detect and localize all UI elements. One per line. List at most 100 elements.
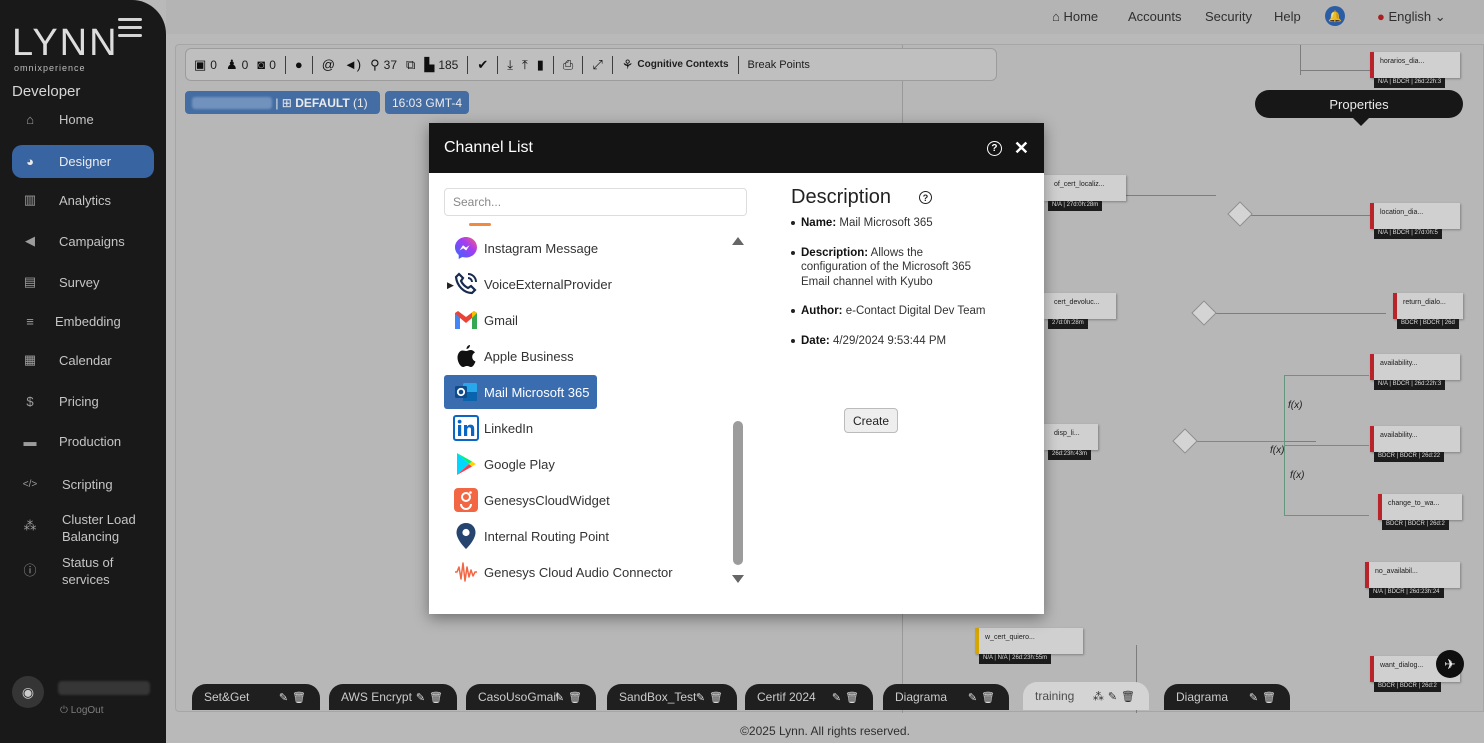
upload-icon[interactable]: ⤒ xyxy=(522,57,528,73)
dollar-icon: $ xyxy=(26,393,34,409)
time-chip: 16:03 GMT-4 xyxy=(385,91,470,114)
toolbar-item[interactable]: ♟ 0 xyxy=(226,57,248,73)
toolbar-item[interactable]: ▙ 185 xyxy=(424,57,458,73)
clipboard-icon: ▣ xyxy=(194,56,207,72)
hamburger-menu-icon[interactable] xyxy=(118,18,142,38)
flow-node[interactable]: location_dia... N/A | BDCR | 27d:0h:5 xyxy=(1370,203,1460,239)
cognitive-contexts-button[interactable]: ⚘ Cognitive Contexts xyxy=(622,57,729,73)
flow-node[interactable]: change_to_wa... BDCR | BDCR | 26d:2 xyxy=(1378,494,1462,530)
sidebar-item-survey[interactable]: ▤ Survey xyxy=(12,266,154,299)
sidebar-item-analytics[interactable]: ▥ Analytics xyxy=(12,184,154,217)
footer-copyright: ©2025 Lynn. All rights reserved. xyxy=(740,724,910,738)
channel-list-scrollbar[interactable] xyxy=(732,237,744,583)
environment-chip[interactable]: | ⊞ DEFAULT (1) xyxy=(185,91,380,114)
flow-node[interactable]: w_cert_quiero... N/A | N/A | 26d:23h:55m xyxy=(975,628,1083,664)
channel-item-genesys-cloud-audio-connector[interactable]: Genesys Cloud Audio Connector xyxy=(444,555,681,589)
flow-node[interactable]: of_cert_localiz... N/A | 27d:0h:28m xyxy=(1044,175,1126,211)
briefcase-icon: ▬ xyxy=(23,433,37,449)
channel-item-apple-business[interactable]: Apple Business xyxy=(444,339,582,373)
download-icon[interactable]: ⤓ xyxy=(507,57,513,73)
phone-icon xyxy=(452,270,480,298)
flow-icon[interactable]: ⧉ xyxy=(406,57,415,73)
flag-icon: ● xyxy=(1377,9,1385,24)
edit-delete-icons: ✎🗑 xyxy=(1248,691,1280,704)
tab-certif-2024[interactable]: Certif 2024 ✎🗑 xyxy=(745,684,873,710)
flow-node[interactable]: return_dialo... BDCR | BDCR | 26d xyxy=(1393,293,1463,329)
speaker-icon[interactable]: ◄) xyxy=(344,57,361,72)
tab-sandbox-test[interactable]: SandBox_Test ✎🗑 xyxy=(607,684,737,710)
toolbar-item[interactable]: ⚲ 37 xyxy=(370,57,397,73)
robot-icon: ◙ xyxy=(257,57,266,72)
airplane-icon[interactable]: ✈ xyxy=(1436,650,1464,678)
flow-node[interactable]: no_availabil... N/A | BDCR | 26d:23h:24 xyxy=(1365,562,1460,598)
channel-item-google-play[interactable]: Google Play xyxy=(444,447,563,481)
tab-training[interactable]: training ⁂✎🗑 xyxy=(1023,682,1149,710)
notification-bell-icon[interactable]: 🔔 xyxy=(1325,6,1345,26)
user-role: Developer xyxy=(12,83,81,100)
top-nav-security[interactable]: Security xyxy=(1205,9,1252,24)
sidebar-item-pricing[interactable]: $ Pricing xyxy=(12,385,154,418)
properties-button[interactable]: Properties xyxy=(1255,90,1463,126)
messenger-icon xyxy=(452,234,480,262)
top-nav-home[interactable]: ⌂ Home xyxy=(1052,9,1098,24)
sidebar-item-embedding[interactable]: ≡ Embedding xyxy=(12,305,154,338)
sidebar-item-home[interactable]: ⌂ Home xyxy=(12,103,154,136)
tab-caso-uso-gmail[interactable]: CasoUsoGmail ✎🗑 xyxy=(466,684,596,710)
language-selector[interactable]: ● English ⌄ xyxy=(1377,9,1446,25)
help-icon[interactable]: ? xyxy=(986,140,1002,156)
username-blurred xyxy=(58,681,150,695)
flow-node[interactable]: availability... N/A | BDCR | 26d:22h:3 xyxy=(1370,354,1460,390)
lynn-logo: LYNN xyxy=(12,22,119,64)
channel-item-linkedin[interactable]: LinkedIn xyxy=(444,411,541,445)
sidebar-item-production[interactable]: ▬ Production xyxy=(12,425,154,458)
create-button[interactable]: Create xyxy=(844,408,898,433)
edit-delete-icons: ✎🗑 xyxy=(831,691,863,704)
search-icon: ⚲ xyxy=(370,56,380,72)
chat-icon[interactable]: ● xyxy=(295,57,303,72)
channel-item-genesys-cloud-widget[interactable]: GenesysCloudWidget xyxy=(444,483,618,517)
sidebar-item-designer[interactable]: ◕ Designer xyxy=(12,145,154,178)
channel-search-input[interactable] xyxy=(444,188,747,216)
close-icon[interactable]: ✕ xyxy=(1014,139,1029,157)
flow-node[interactable]: availability... BDCR | BDCR | 26d:22 xyxy=(1370,426,1460,462)
channel-item-voice-external-provider[interactable]: VoiceExternalProvider xyxy=(444,267,620,301)
edit-delete-icons: ✎🗑 xyxy=(554,691,586,704)
channel-item-mail-microsoft-365[interactable]: Mail Microsoft 365 xyxy=(444,375,598,409)
toolbar-item[interactable]: ▣ 0 xyxy=(194,57,217,73)
toolbar-item[interactable]: ◙ 0 xyxy=(257,57,276,72)
hierarchy-icon: ⊞ xyxy=(281,95,292,110)
designer-toolbar: ▣ 0 ♟ 0 ◙ 0 ● @ ◄) ⚲ 37 ⧉ ▙ 185 ✔ ⤓ ⤒ ▮ ⎙ ⤢ ⚘… xyxy=(185,48,997,81)
sidebar-item-scripting[interactable]: </> Scripting xyxy=(12,468,154,501)
dialog-header: Channel List ? ✕ xyxy=(429,123,1044,173)
expand-icon[interactable]: ⤢ xyxy=(592,57,602,73)
tab-set-get[interactable]: Set&Get ✎🗑 xyxy=(192,684,320,710)
flow-node[interactable]: cert_devoluc... 27d:0h:28m xyxy=(1044,293,1116,329)
tab-diagrama[interactable]: Diagrama ✎🗑 xyxy=(883,684,1009,710)
channel-item-internal-routing-point[interactable]: Internal Routing Point xyxy=(444,519,617,553)
tab-diagrama-2[interactable]: Diagrama ✎🗑 xyxy=(1164,684,1290,710)
flow-node[interactable]: horarios_dia... N/A | BDCR | 26d:22h:3 xyxy=(1370,52,1460,88)
break-points-button[interactable]: Break Points xyxy=(748,59,810,71)
at-icon[interactable]: @ xyxy=(322,57,335,72)
print-icon[interactable]: ⎙ xyxy=(563,57,573,73)
top-nav-accounts[interactable]: Accounts xyxy=(1128,9,1181,24)
top-nav-help[interactable]: Help xyxy=(1274,9,1301,24)
flow-node[interactable]: disp_li... 26d:23h:43m xyxy=(1044,424,1098,460)
channel-item-instagram-message[interactable]: Instagram Message xyxy=(444,231,606,265)
logout-link[interactable]: ⏻ LogOut xyxy=(60,705,104,716)
edit-delete-icons: ✎🗑 xyxy=(695,691,727,704)
channel-item-gmail[interactable]: Gmail xyxy=(444,303,526,337)
sidebar-item-status-of-services[interactable]: ⓘ Status of services xyxy=(12,553,154,589)
description-name: Name: Mail Microsoft 365 xyxy=(791,216,991,231)
user-avatar-camera-icon[interactable]: ◉ xyxy=(12,676,44,708)
sidebar-item-calendar[interactable]: ▦ Calendar xyxy=(12,344,154,377)
edit-delete-icons: ⁂✎🗑 xyxy=(1092,690,1139,703)
sidebar-item-cluster-load-balancing[interactable]: ⁂ Cluster Load Balancing xyxy=(12,510,154,546)
megaphone-icon: ◀ xyxy=(25,233,35,248)
check-icon[interactable]: ✔ xyxy=(477,57,488,73)
location-pin-icon xyxy=(452,522,480,550)
help-icon[interactable]: ? xyxy=(919,191,933,204)
sidebar-item-campaigns[interactable]: ◀ Campaigns xyxy=(12,225,154,258)
file-export-icon[interactable]: ▮ xyxy=(537,57,544,73)
tab-aws-encrypt[interactable]: AWS Encrypt ✎🗑 xyxy=(329,684,457,710)
